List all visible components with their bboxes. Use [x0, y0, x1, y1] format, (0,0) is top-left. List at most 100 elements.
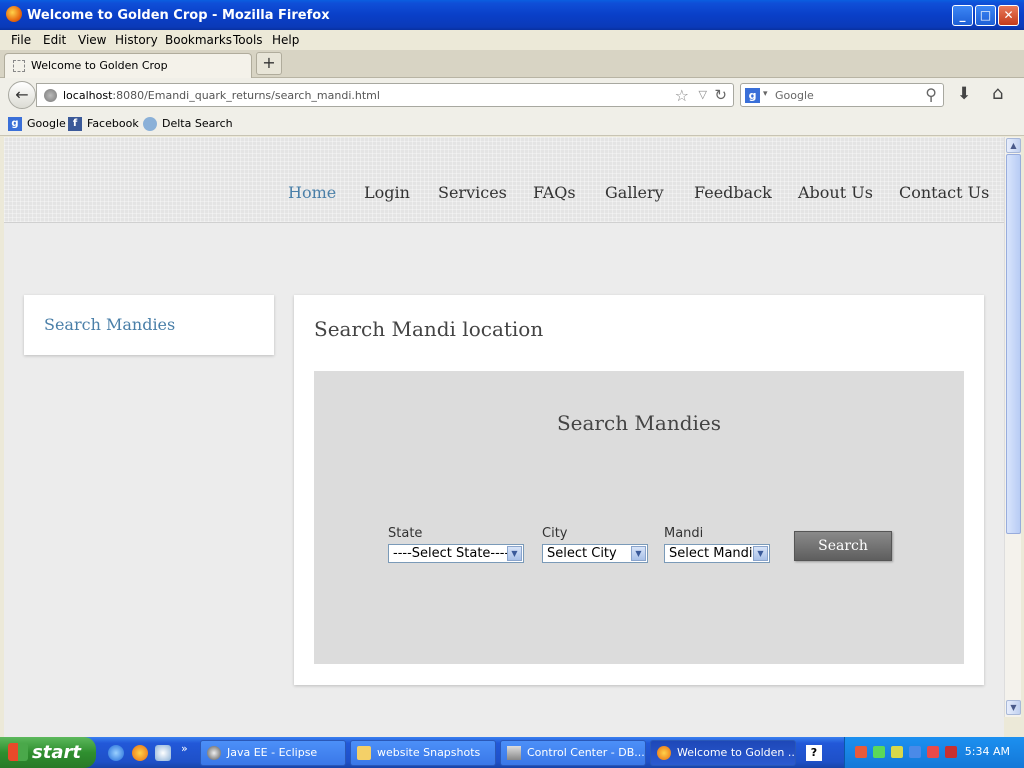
start-label: start	[32, 742, 81, 763]
main-content-card: Search Mandi location Search Mandies Sta…	[294, 295, 984, 685]
firefox-quicklaunch-icon[interactable]	[132, 745, 148, 761]
mandi-select-value: Select Mandi	[669, 546, 753, 561]
security-shield-icon[interactable]	[927, 746, 939, 758]
taskbar-item-label: Java EE - Eclipse	[227, 746, 318, 759]
bookmark-facebook[interactable]: f Facebook	[68, 117, 139, 131]
state-select-value: ----Select State----	[393, 546, 510, 561]
menu-edit[interactable]: Edit	[43, 33, 66, 47]
tray-app-icon[interactable]	[891, 746, 903, 758]
quicklaunch-overflow-icon[interactable]: »	[181, 742, 188, 755]
city-label: City	[542, 526, 568, 541]
folder-icon	[357, 746, 371, 760]
display-icon[interactable]	[909, 746, 921, 758]
facebook-icon: f	[68, 117, 82, 131]
menu-view[interactable]: View	[78, 33, 106, 47]
network-icon[interactable]	[873, 746, 885, 758]
search-icon[interactable]: ⚲	[925, 85, 937, 104]
city-select[interactable]: Select City ▼	[542, 544, 648, 563]
control-center-icon	[507, 746, 521, 760]
windows-logo-icon	[8, 743, 28, 761]
bookmark-star-icon[interactable]: ☆	[675, 86, 689, 105]
page-viewport: Home Login Services FAQs Gallery Feedbac…	[4, 137, 1004, 737]
search-panel: Search Mandies State ----Select State---…	[314, 371, 964, 664]
state-select[interactable]: ----Select State---- ▼	[388, 544, 524, 563]
close-button[interactable]: ✕	[998, 5, 1019, 26]
browser-tab[interactable]: Welcome to Golden Crop	[4, 53, 252, 78]
taskbar-item-control-center[interactable]: Control Center - DB...	[500, 740, 646, 766]
taskbar-item-label: website Snapshots	[377, 746, 481, 759]
menu-history[interactable]: History	[115, 33, 158, 47]
new-tab-button[interactable]: +	[256, 52, 282, 75]
google-engine-icon[interactable]: g	[745, 88, 760, 103]
help-icon[interactable]: ?	[806, 745, 822, 761]
scrollbar-thumb[interactable]	[1006, 154, 1021, 534]
chevron-down-icon[interactable]: ▼	[631, 546, 646, 561]
engine-dropdown-icon[interactable]: ▾	[763, 89, 768, 99]
eclipse-icon	[207, 746, 221, 760]
internet-explorer-icon[interactable]	[108, 745, 124, 761]
search-tray-icon[interactable]	[945, 746, 957, 758]
taskbar-item-firefox[interactable]: Welcome to Golden ...	[650, 740, 796, 766]
taskbar: start » Java EE - Eclipse website Snapsh…	[0, 737, 1024, 768]
mandi-select[interactable]: Select Mandi ▼	[664, 544, 770, 563]
nav-services[interactable]: Services	[438, 183, 507, 202]
menu-bookmarks[interactable]: Bookmarks	[165, 33, 232, 47]
taskbar-item-label: Welcome to Golden ...	[677, 746, 796, 759]
menu-help[interactable]: Help	[272, 33, 299, 47]
nav-feedback[interactable]: Feedback	[694, 183, 772, 202]
delta-search-icon	[143, 117, 157, 131]
nav-home[interactable]: Home	[288, 183, 336, 202]
window-title: Welcome to Golden Crop - Mozilla Firefox	[27, 8, 330, 23]
search-button[interactable]: Search	[794, 531, 892, 561]
menu-bar: File Edit View History Bookmarks Tools H…	[0, 30, 1024, 50]
system-tray: 5:34 AM	[844, 737, 1024, 768]
window-title-bar[interactable]: Welcome to Golden Crop - Mozilla Firefox…	[0, 0, 1024, 30]
search-placeholder: Google	[775, 89, 814, 102]
bookmark-label: Facebook	[87, 117, 139, 130]
menu-tools[interactable]: Tools	[233, 33, 263, 47]
nav-gallery[interactable]: Gallery	[605, 183, 664, 202]
scroll-down-icon[interactable]: ▼	[1006, 700, 1021, 715]
nav-contact-us[interactable]: Contact Us	[899, 183, 989, 202]
sidebar-card: Search Mandies	[24, 295, 274, 355]
chevron-down-icon[interactable]: ▼	[507, 546, 522, 561]
taskbar-item-label: Control Center - DB...	[527, 746, 645, 759]
download-icon[interactable]: ⬇	[957, 84, 971, 104]
firefox-icon	[657, 746, 671, 760]
state-label: State	[388, 526, 423, 541]
volume-icon[interactable]	[855, 746, 867, 758]
chevron-down-icon[interactable]: ▼	[753, 546, 768, 561]
back-button[interactable]: ←	[8, 81, 36, 109]
search-bar[interactable]: g ▾ Google ⚲	[740, 83, 944, 107]
page-favicon-icon	[13, 60, 25, 72]
reload-icon[interactable]: ↻	[714, 86, 727, 104]
vertical-scrollbar[interactable]: ▲ ▼	[1004, 137, 1021, 717]
sidebar-link-search-mandies[interactable]: Search Mandies	[44, 315, 175, 334]
taskbar-item-eclipse[interactable]: Java EE - Eclipse	[200, 740, 346, 766]
site-identity-icon[interactable]	[44, 89, 57, 102]
nav-login[interactable]: Login	[364, 183, 410, 202]
taskbar-item-website-snapshots[interactable]: website Snapshots	[350, 740, 496, 766]
ie-quicklaunch-icon[interactable]	[155, 745, 171, 761]
firefox-icon	[6, 6, 22, 22]
bookmark-label: Google	[27, 117, 66, 130]
bookmark-delta-search[interactable]: Delta Search	[143, 117, 233, 131]
bookmarks-toolbar: g Google f Facebook Delta Search	[0, 112, 1024, 136]
nav-faqs[interactable]: FAQs	[533, 183, 576, 202]
panel-title: Search Mandies	[556, 411, 722, 435]
menu-file[interactable]: File	[11, 33, 31, 47]
scroll-up-icon[interactable]: ▲	[1006, 138, 1021, 153]
start-button[interactable]: start	[0, 737, 96, 768]
url-path: :8080/Emandi_quark_returns/search_mandi.…	[112, 89, 380, 102]
google-icon: g	[8, 117, 22, 131]
home-icon[interactable]: ⌂	[992, 83, 1003, 104]
maximize-button[interactable]: □	[975, 5, 996, 26]
history-dropdown-icon[interactable]: ▽	[699, 88, 707, 101]
address-bar[interactable]: localhost:8080/Emandi_quark_returns/sear…	[36, 83, 734, 107]
site-header: Home Login Services FAQs Gallery Feedbac…	[4, 137, 1004, 223]
bookmark-google[interactable]: g Google	[8, 117, 66, 131]
url-text: localhost:8080/Emandi_quark_returns/sear…	[63, 89, 380, 102]
page-heading: Search Mandi location	[314, 317, 544, 341]
minimize-button[interactable]: _	[952, 5, 973, 26]
nav-about-us[interactable]: About Us	[798, 183, 873, 202]
